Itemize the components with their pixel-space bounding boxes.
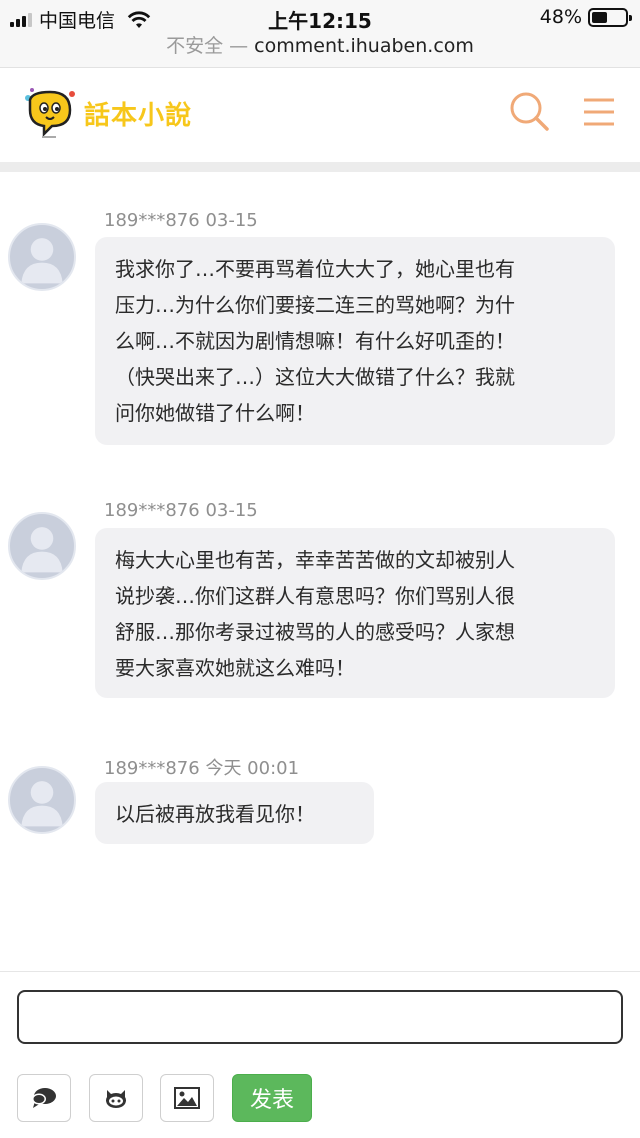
security-label: 不安全 — (166, 35, 249, 57)
comment-line: 要大家喜欢她就这么难吗！ (115, 656, 355, 680)
comment-date: 03-15 (205, 500, 258, 521)
comment-line: 以后被再放我看见你！ (115, 802, 315, 826)
comment-line: 么啊…不就因为剧情想嘛！有什么好叽歪的！ (115, 329, 515, 353)
avatar[interactable] (8, 766, 76, 834)
comment-bubble: 我求你了…不要再骂着位大大了，她心里也有 压力…为什么你们要接二连三的骂她啊？为… (95, 237, 615, 445)
comment-user: 189***876 (104, 500, 200, 521)
hamburger-menu-icon[interactable] (582, 96, 616, 128)
speech-bubble-face-icon (25, 88, 75, 138)
comment-date: 03-15 (205, 210, 258, 231)
comment-user: 189***876 (104, 210, 200, 231)
comment-line: 我求你了…不要再骂着位大大了，她心里也有 (115, 257, 515, 281)
battery-level (592, 11, 608, 23)
url-domain: comment.ihuaben.com (254, 35, 474, 57)
avatar[interactable] (8, 512, 76, 580)
status-right: 48% (539, 6, 632, 28)
battery-icon (588, 7, 632, 27)
comment-line: 问你她做错了什么啊！ (115, 401, 315, 425)
github-icon (106, 1090, 126, 1108)
image-button[interactable] (160, 1074, 214, 1122)
submit-button[interactable]: 发表 (232, 1074, 312, 1122)
battery-percent: 48% (539, 6, 582, 28)
comment-date: 今天 00:01 (205, 758, 300, 779)
address-bar[interactable]: 不安全 — comment.ihuaben.com (0, 36, 640, 68)
header-divider (0, 162, 640, 172)
status-bar: 中国电信 上午12:15 48% (0, 0, 640, 36)
default-user-icon (21, 527, 63, 573)
comment-line: 压力…为什么你们要接二连三的骂她啊？为什 (115, 293, 515, 317)
search-icon[interactable] (508, 90, 550, 132)
comment-bubble: 梅大大心里也有苦，幸幸苦苦做的文却被别人 说抄袭…你们这群人有意思吗？你们骂别人… (95, 528, 615, 698)
comment-user: 189***876 (104, 758, 200, 779)
comment-icon (32, 1088, 56, 1108)
comment-line: （快哭出来了…）这位大大做错了什么？我就 (115, 365, 515, 389)
comment-meta: 189***876 03-15 (104, 500, 258, 521)
image-icon (174, 1087, 200, 1109)
emoji-button[interactable] (17, 1074, 71, 1122)
composer-divider (0, 971, 640, 972)
default-user-icon (21, 781, 63, 827)
comment-meta: 189***876 03-15 (104, 210, 258, 231)
comment-meta: 189***876 今天 00:01 (104, 754, 299, 780)
avatar[interactable] (8, 223, 76, 291)
comment-line: 梅大大心里也有苦，幸幸苦苦做的文却被别人 (115, 548, 515, 572)
comment-bubble: 以后被再放我看见你！ (95, 782, 374, 844)
comment-line: 舒服…那你考录过被骂的人的感受吗？人家想 (115, 620, 515, 644)
default-user-icon (21, 238, 63, 284)
comment-line: 说抄袭…你们这群人有意思吗？你们骂别人很 (115, 584, 515, 608)
logo-text: 話本小說 (84, 100, 193, 131)
site-logo[interactable]: 話本小說 (22, 86, 192, 140)
github-button[interactable] (89, 1074, 143, 1122)
comment-input[interactable] (17, 990, 623, 1044)
site-header: 話本小說 (0, 68, 640, 164)
